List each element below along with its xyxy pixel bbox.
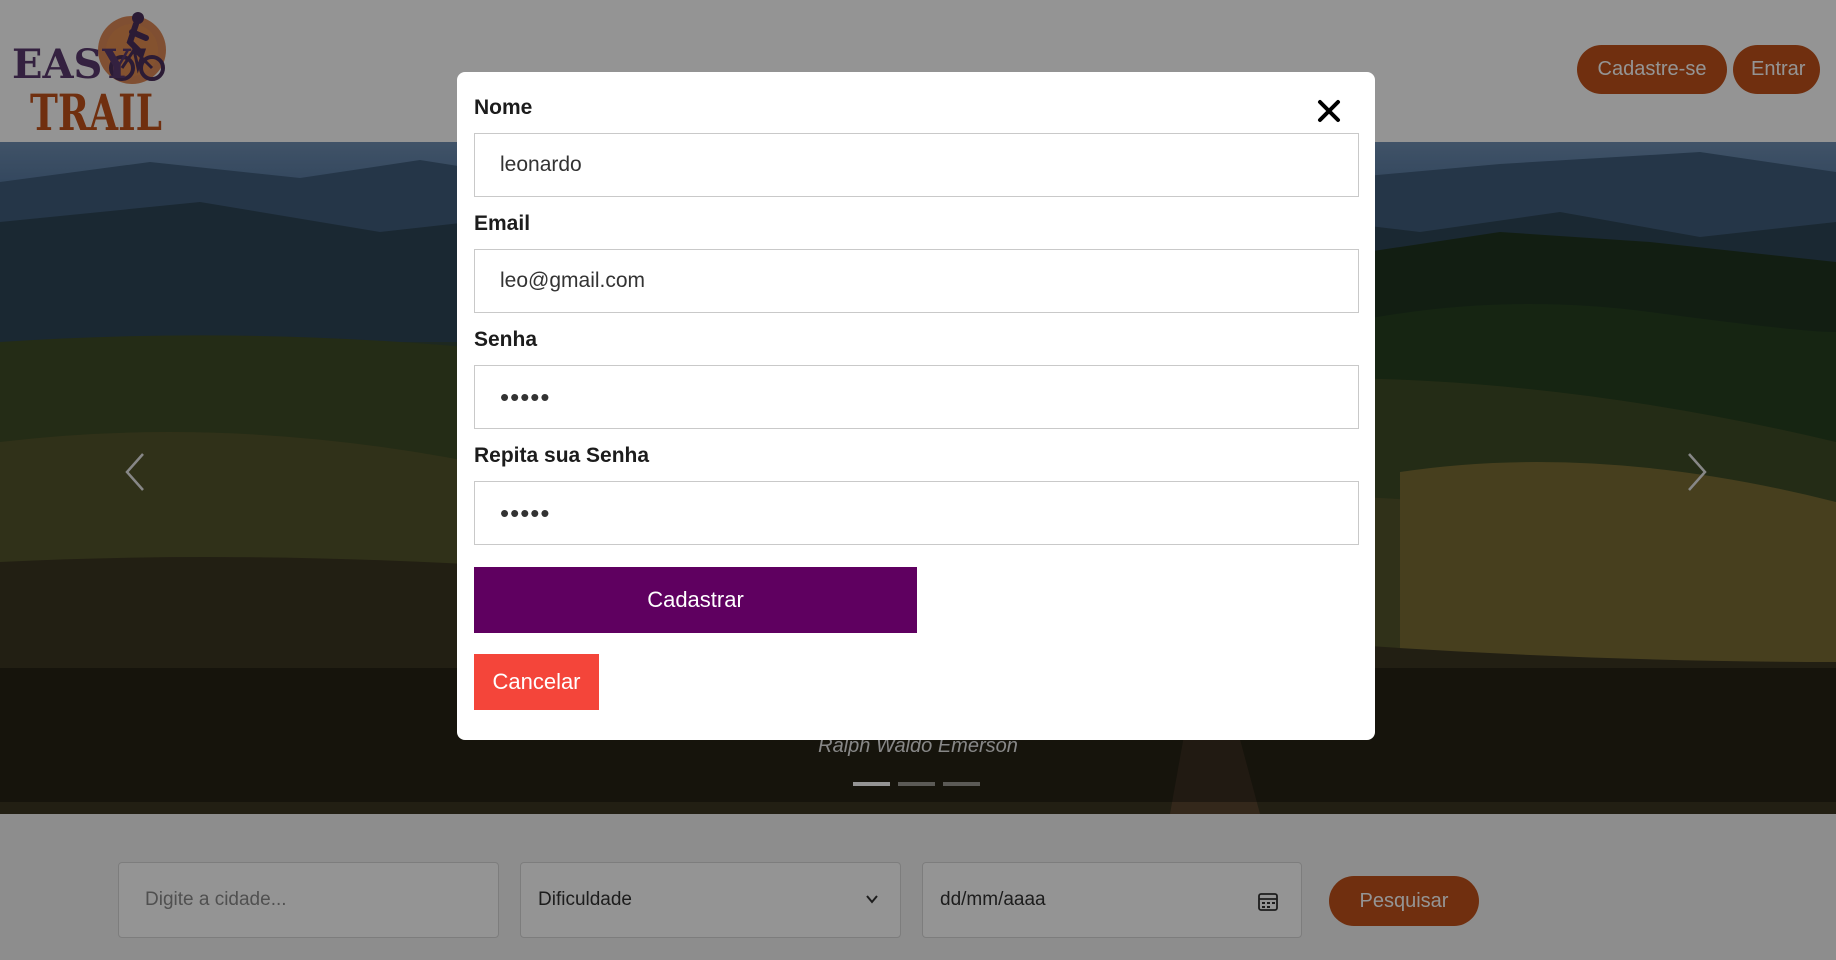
password-value: ••••• <box>500 381 551 412</box>
password-input[interactable]: ••••• <box>474 365 1359 429</box>
email-label: Email <box>474 212 531 235</box>
name-input[interactable]: leonardo <box>474 133 1359 197</box>
name-label: Nome <box>474 96 533 119</box>
email-input[interactable]: leo@gmail.com <box>474 249 1359 313</box>
repeat-password-label: Repita sua Senha <box>474 444 650 467</box>
email-value: leo@gmail.com <box>500 269 646 292</box>
close-modal-button[interactable] <box>1314 96 1344 126</box>
close-icon <box>1318 100 1340 122</box>
repeat-password-value: ••••• <box>500 497 551 528</box>
register-button[interactable]: Cadastrar <box>474 567 917 633</box>
password-label: Senha <box>474 328 538 351</box>
name-value: leonardo <box>500 153 582 176</box>
repeat-password-input[interactable]: ••••• <box>474 481 1359 545</box>
signup-modal: Nome leonardo Email leo@gmail.com Senha … <box>457 72 1375 740</box>
cancel-button[interactable]: Cancelar <box>474 654 599 710</box>
